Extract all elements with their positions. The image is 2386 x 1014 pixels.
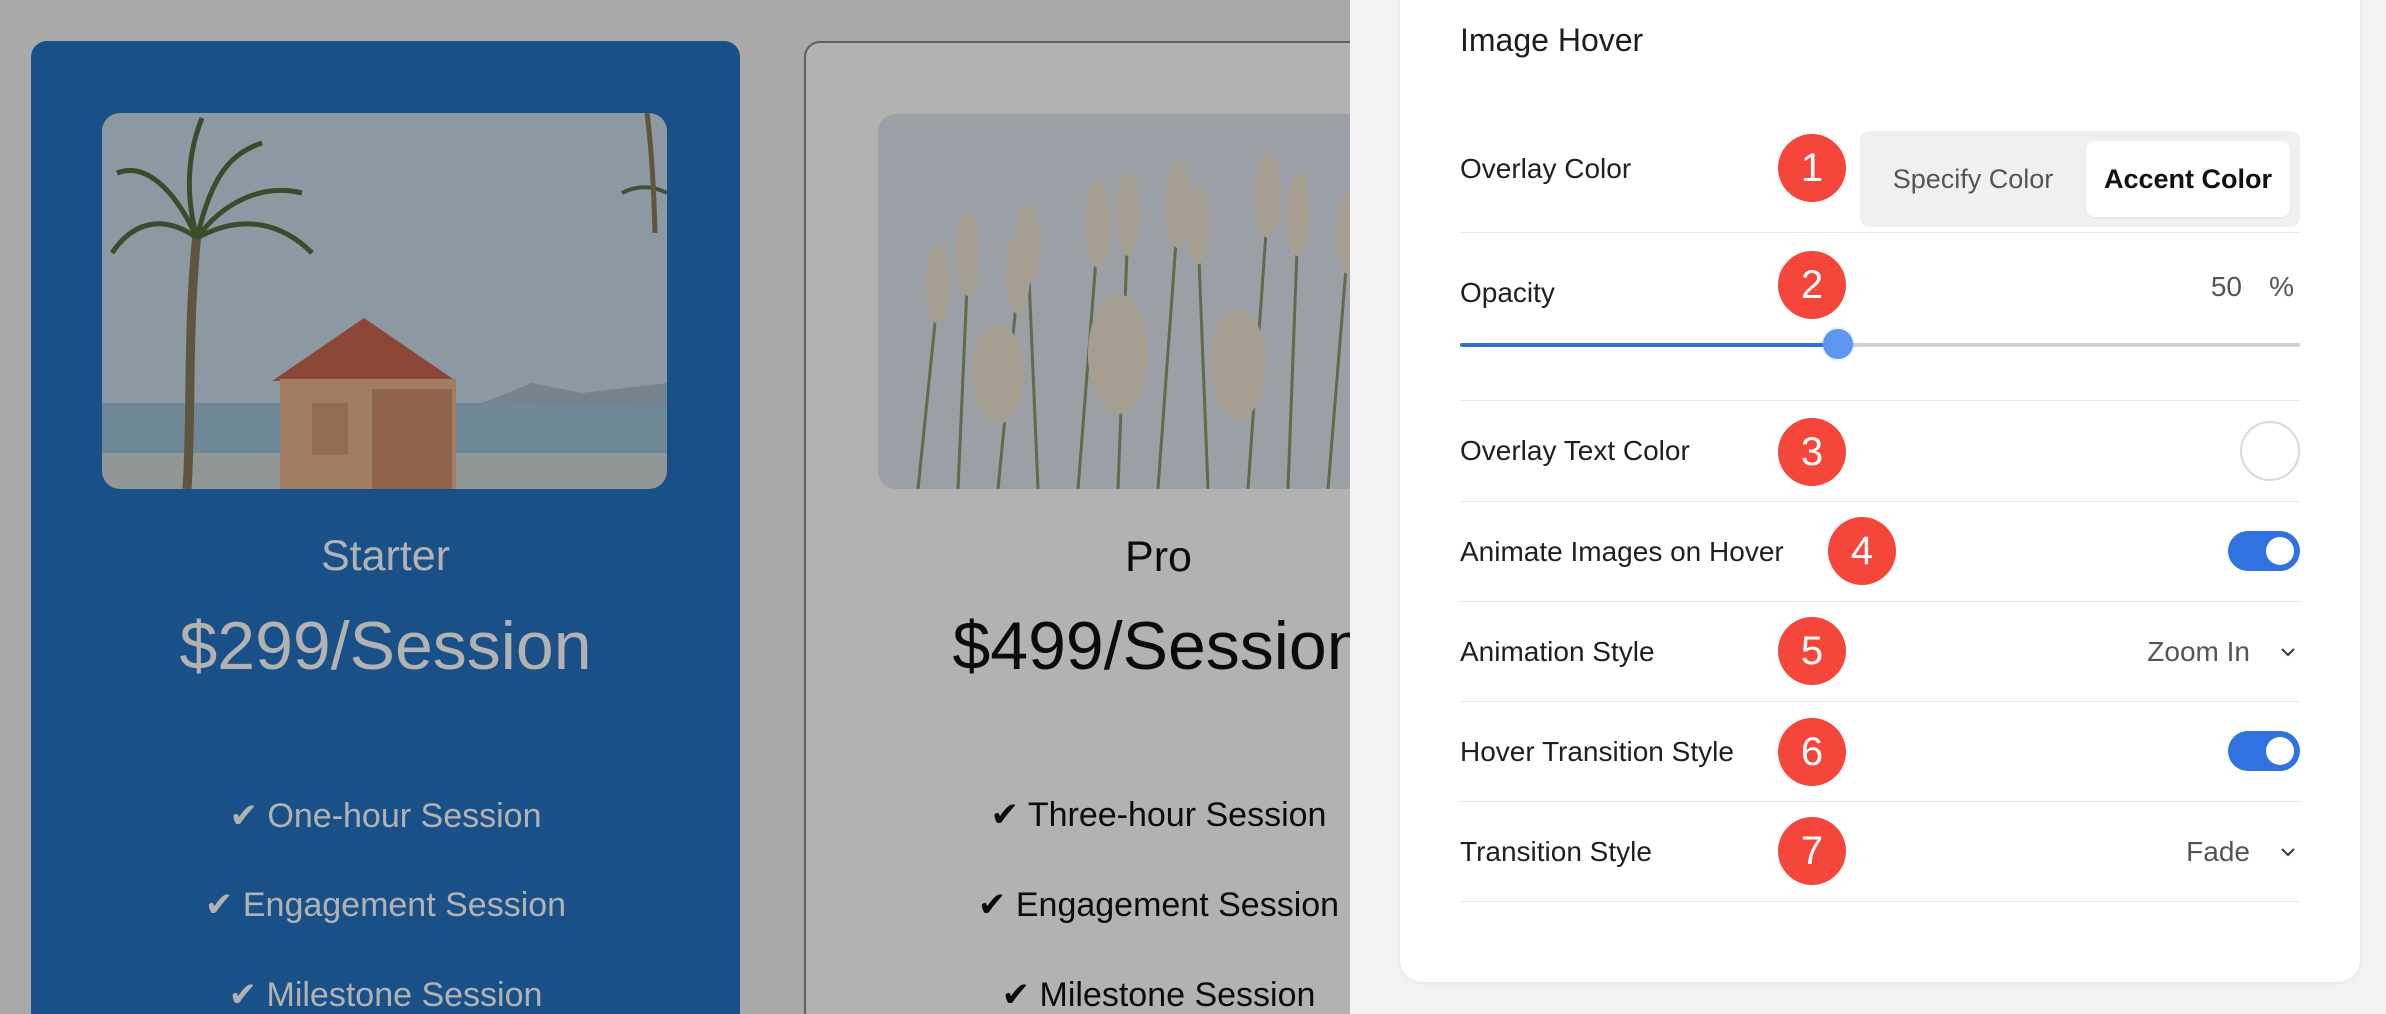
animate-images-toggle[interactable] <box>2228 531 2300 571</box>
opacity-slider-thumb[interactable] <box>1823 329 1853 359</box>
overlay-text-color-label: Overlay Text Color <box>1460 435 1690 466</box>
overlay-color-segmented-control: Specify Color Accent Color <box>1860 131 2300 227</box>
step-badge-1: 1 <box>1778 134 1846 202</box>
toggle-knob <box>2266 737 2294 765</box>
step-badge-5: 5 <box>1778 617 1846 685</box>
card-feature: ✔ Milestone Session <box>1001 976 1316 1014</box>
transition-style-label: Transition Style <box>1460 836 1652 867</box>
hover-transition-label: Hover Transition Style <box>1460 736 1734 767</box>
overlay-text-color-swatch[interactable] <box>2240 421 2300 481</box>
pricing-card-starter[interactable]: Starter $299/Session ✔ One-hour Session … <box>31 41 740 1014</box>
step-badge-6: 6 <box>1778 718 1846 786</box>
animation-style-label: Animation Style <box>1460 636 1655 667</box>
opacity-unit: % <box>2269 271 2294 302</box>
step-badge-4: 4 <box>1828 517 1896 585</box>
overlay-color-label: Overlay Color <box>1460 153 1632 184</box>
beach-hut-illustration <box>102 113 667 489</box>
toggle-knob <box>2266 537 2294 565</box>
chevron-down-icon[interactable] <box>2280 844 2296 860</box>
opacity-value[interactable]: 50 <box>2211 271 2242 303</box>
card-feature: ✔ Milestone Session <box>228 976 543 1014</box>
chevron-down-icon[interactable] <box>2280 644 2296 660</box>
opacity-slider-track[interactable] <box>1460 343 2300 347</box>
pampas-grass-illustration <box>878 114 1350 489</box>
pricing-preview: Starter $299/Session ✔ One-hour Session … <box>0 0 1350 1014</box>
animate-images-row: Animate Images on Hover 4 <box>1460 502 2300 602</box>
overlay-color-row: Overlay Color 1 Specify Color Accent Col… <box>1460 108 2300 233</box>
animate-images-label: Animate Images on Hover <box>1460 536 1784 567</box>
specify-color-option[interactable]: Specify Color <box>1874 141 2072 217</box>
hover-transition-row: Hover Transition Style 6 <box>1460 702 2300 802</box>
transition-style-dropdown[interactable]: Fade <box>2186 836 2250 868</box>
animation-style-row: Animation Style 5 Zoom In <box>1460 602 2300 702</box>
transition-style-row: Transition Style 7 Fade <box>1460 802 2300 902</box>
step-badge-2: 2 <box>1778 251 1846 319</box>
card-price: $299/Session <box>179 608 592 684</box>
opacity-slider-fill <box>1460 343 1838 347</box>
card-price: $499/Session <box>952 608 1350 684</box>
step-badge-7: 7 <box>1778 817 1846 885</box>
card-feature: ✔ Engagement Session <box>977 886 1340 924</box>
overlay-text-color-row: Overlay Text Color 3 <box>1460 401 2300 502</box>
opacity-label: Opacity <box>1460 277 1555 308</box>
card-feature: ✔ One-hour Session <box>229 797 542 835</box>
opacity-row: Opacity 2 50 % <box>1460 233 2300 401</box>
card-title: Starter <box>320 532 451 580</box>
step-badge-3: 3 <box>1778 418 1846 486</box>
card-title: Pro <box>1125 533 1192 581</box>
image-hover-settings-panel: Image Hover Overlay Color 1 Specify Colo… <box>1400 0 2360 982</box>
animation-style-dropdown[interactable]: Zoom In <box>2147 636 2250 668</box>
beach-hut-image <box>102 113 667 489</box>
panel-title: Image Hover <box>1460 22 1644 58</box>
hover-transition-toggle[interactable] <box>2228 731 2300 771</box>
card-feature: ✔ Engagement Session <box>204 886 567 924</box>
pampas-grass-image <box>878 114 1350 489</box>
pricing-card-pro[interactable]: Pro $499/Session ✔ Three-hour Session ✔ … <box>804 41 1350 1014</box>
card-feature: ✔ Three-hour Session <box>990 796 1327 834</box>
accent-color-option[interactable]: Accent Color <box>2086 141 2290 217</box>
